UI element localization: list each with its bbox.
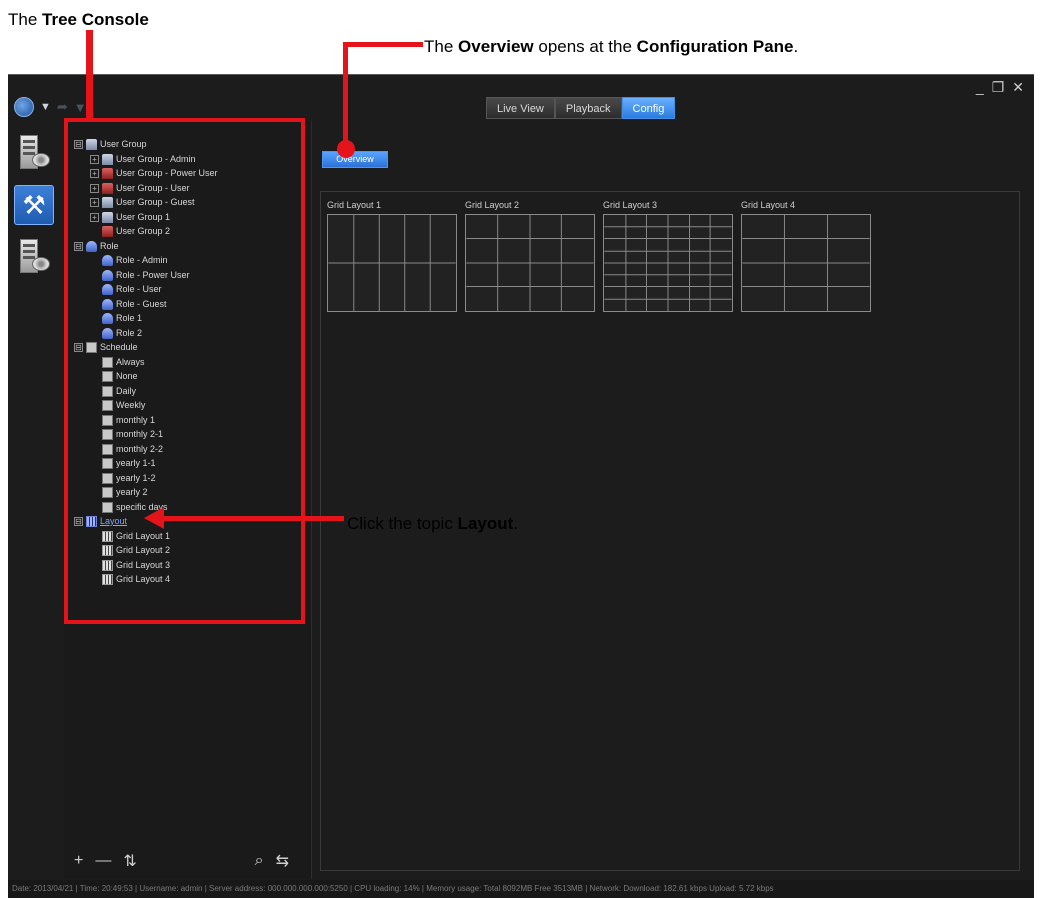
add-icon[interactable]: + bbox=[74, 852, 83, 870]
remove-icon[interactable]: — bbox=[95, 852, 111, 870]
close-button[interactable]: ✕ bbox=[1012, 79, 1024, 96]
annotation-layout: Click the topic Layout. bbox=[347, 514, 519, 533]
module-sidebar: ⚒ bbox=[8, 123, 60, 289]
callout-line-overview-h bbox=[343, 42, 423, 47]
tools-icon[interactable]: ⚒ bbox=[14, 185, 54, 225]
tab-live-view[interactable]: Live View bbox=[486, 97, 555, 119]
annotation-tree-console: The Tree Console bbox=[8, 10, 149, 29]
window-controls: _ ❐ ✕ bbox=[976, 79, 1024, 96]
grid-thumbnail bbox=[327, 214, 457, 312]
tab-playback[interactable]: Playback bbox=[554, 97, 622, 119]
top-left-toolbar: ▼ ➦ ▼ bbox=[14, 97, 87, 117]
layout-card-1[interactable]: Grid Layout 1 bbox=[327, 200, 457, 317]
layout-card-3[interactable]: Grid Layout 3 bbox=[603, 200, 733, 317]
tab-config[interactable]: Config bbox=[621, 97, 676, 119]
tree-console-highlight bbox=[64, 118, 305, 624]
callout-line-tree bbox=[86, 30, 93, 120]
minimize-button[interactable]: _ bbox=[976, 79, 984, 96]
chevron-down-icon[interactable]: ▼ bbox=[40, 101, 51, 113]
forward-chevron-icon[interactable]: ▼ bbox=[74, 100, 87, 115]
mode-tabs: Live View Playback Config bbox=[486, 97, 676, 119]
overview-button[interactable]: Overview bbox=[322, 151, 388, 168]
search-icon[interactable]: ⌕ bbox=[255, 852, 264, 870]
status-bar: Date: 2013/04/21 | Time: 20:49:53 | User… bbox=[8, 880, 1034, 898]
layout-card-2[interactable]: Grid Layout 2 bbox=[465, 200, 595, 317]
sort-icon[interactable]: ⇅ bbox=[123, 851, 136, 871]
server-icon[interactable] bbox=[14, 133, 54, 173]
client-icon[interactable] bbox=[14, 237, 54, 277]
globe-icon[interactable] bbox=[14, 97, 34, 117]
annotation-overview: The Overview opens at the Configuration … bbox=[424, 37, 799, 56]
back-arrow-icon[interactable]: ➦ bbox=[57, 99, 68, 115]
layout-card-4[interactable]: Grid Layout 4 bbox=[741, 200, 871, 317]
callout-arrow-layout bbox=[144, 507, 164, 529]
layout-title: Grid Layout 1 bbox=[327, 200, 382, 210]
grid-thumbnail bbox=[603, 214, 733, 312]
callout-dot-overview bbox=[337, 140, 355, 158]
refresh-icon[interactable]: ⇆ bbox=[276, 851, 289, 871]
callout-line-overview-v bbox=[343, 42, 348, 146]
layout-title: Grid Layout 3 bbox=[603, 200, 658, 210]
tree-toolbar: + — ⇅ ⌕ ⇆ bbox=[74, 851, 301, 871]
layout-title: Grid Layout 2 bbox=[465, 200, 520, 210]
callout-line-layout bbox=[162, 516, 344, 521]
grid-thumbnail bbox=[741, 214, 871, 312]
restore-button[interactable]: ❐ bbox=[992, 79, 1005, 96]
grid-thumbnail bbox=[465, 214, 595, 312]
layout-title: Grid Layout 4 bbox=[741, 200, 796, 210]
